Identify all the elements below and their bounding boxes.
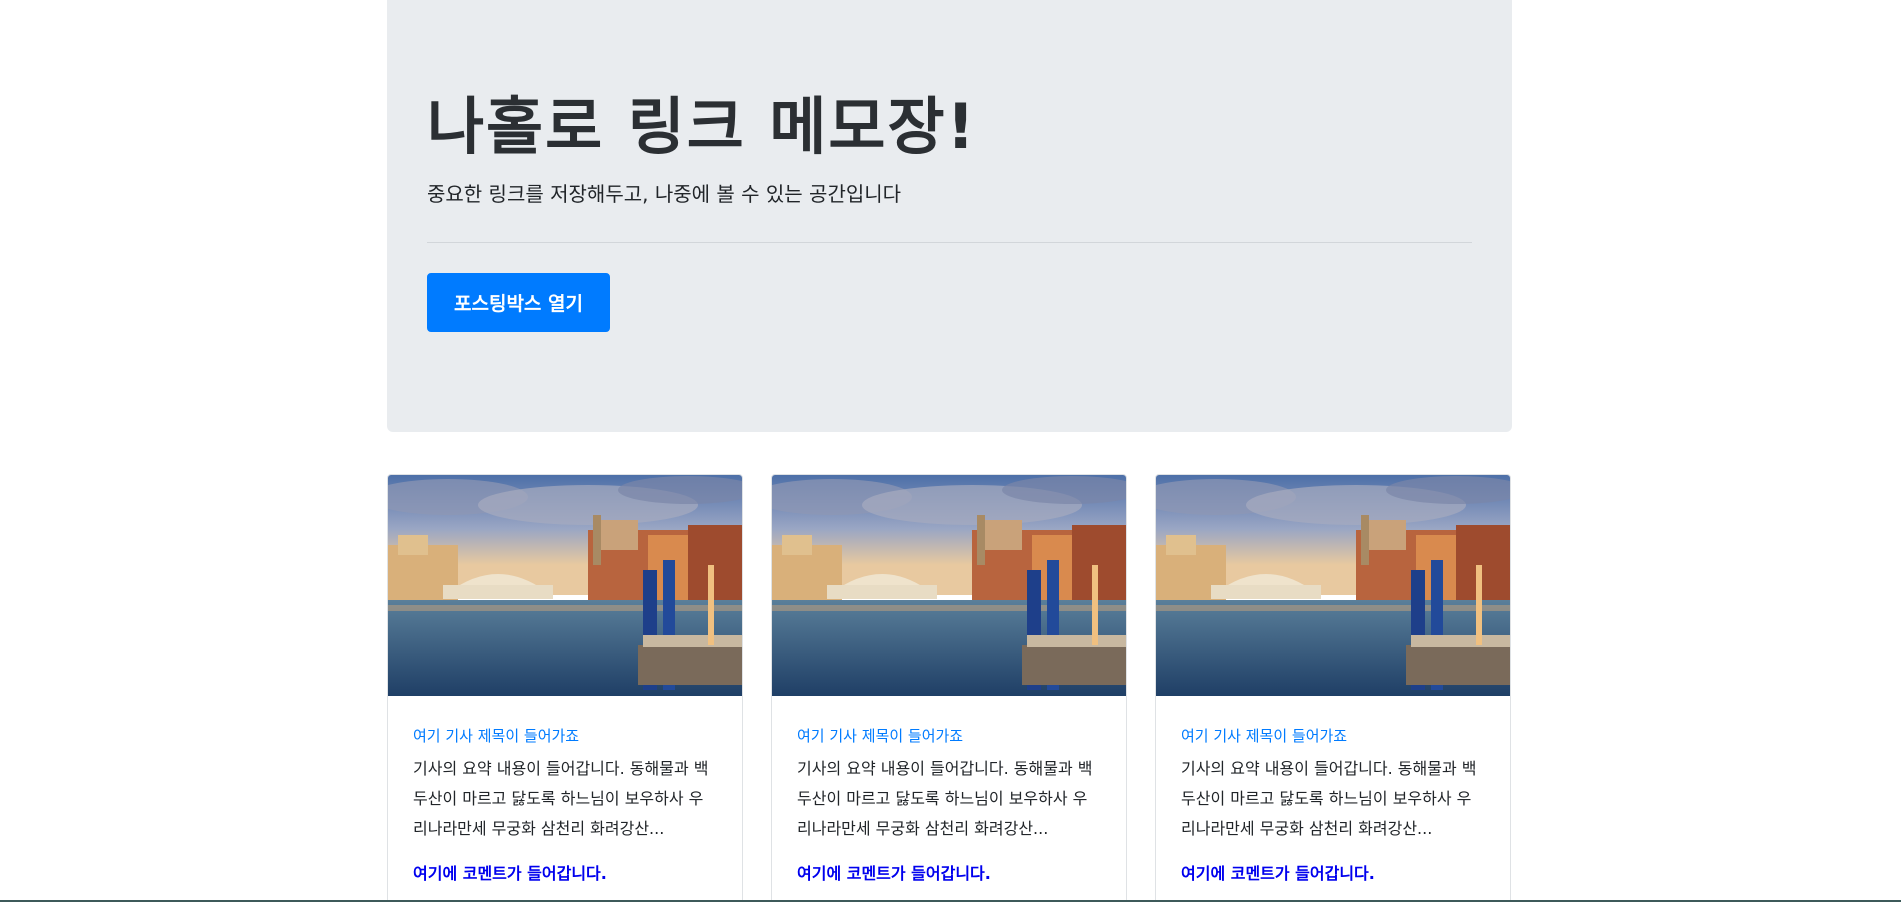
card-image[interactable] (388, 475, 742, 696)
card-comment: 여기에 코멘트가 들어갑니다. (1181, 864, 1375, 883)
jumbotron: 나홀로 링크 메모장! 중요한 링크를 저장해두고, 나중에 볼 수 있는 공간… (387, 0, 1512, 432)
page-lead: 중요한 링크를 저장해두고, 나중에 볼 수 있는 공간입니다 (427, 182, 902, 206)
card-summary: 기사의 요약 내용이 들어갑니다. 동해물과 백두산이 마르고 닳도록 하느님이… (1181, 759, 1477, 838)
article-card[interactable]: 여기 기사 제목이 들어가죠 기사의 요약 내용이 들어갑니다. 동해물과 백두… (387, 474, 743, 902)
card-title-link[interactable]: 여기 기사 제목이 들어가죠 (797, 725, 1107, 746)
article-card[interactable]: 여기 기사 제목이 들어가죠 기사의 요약 내용이 들어갑니다. 동해물과 백두… (1155, 474, 1511, 902)
card-image[interactable] (1156, 475, 1510, 696)
card-body: 여기 기사 제목이 들어가죠 기사의 요약 내용이 들어갑니다. 동해물과 백두… (1181, 725, 1491, 884)
card-image[interactable] (772, 475, 1126, 696)
open-posting-box-button[interactable]: 포스팅박스 열기 (427, 273, 610, 332)
divider (427, 242, 1472, 243)
card-title-link[interactable]: 여기 기사 제목이 들어가죠 (1181, 725, 1491, 746)
card-summary: 기사의 요약 내용이 들어갑니다. 동해물과 백두산이 마르고 닳도록 하느님이… (797, 759, 1093, 838)
card-body: 여기 기사 제목이 들어가죠 기사의 요약 내용이 들어갑니다. 동해물과 백두… (413, 725, 723, 884)
page-title: 나홀로 링크 메모장! (427, 90, 977, 163)
card-summary: 기사의 요약 내용이 들어갑니다. 동해물과 백두산이 마르고 닳도록 하느님이… (413, 759, 709, 838)
card-title-link[interactable]: 여기 기사 제목이 들어가죠 (413, 725, 723, 746)
article-card[interactable]: 여기 기사 제목이 들어가죠 기사의 요약 내용이 들어갑니다. 동해물과 백두… (771, 474, 1127, 902)
card-comment: 여기에 코멘트가 들어갑니다. (413, 864, 607, 883)
card-body: 여기 기사 제목이 들어가죠 기사의 요약 내용이 들어갑니다. 동해물과 백두… (797, 725, 1107, 884)
page: 나홀로 링크 메모장! 중요한 링크를 저장해두고, 나중에 볼 수 있는 공간… (0, 0, 1901, 902)
card-comment: 여기에 코멘트가 들어갑니다. (797, 864, 991, 883)
